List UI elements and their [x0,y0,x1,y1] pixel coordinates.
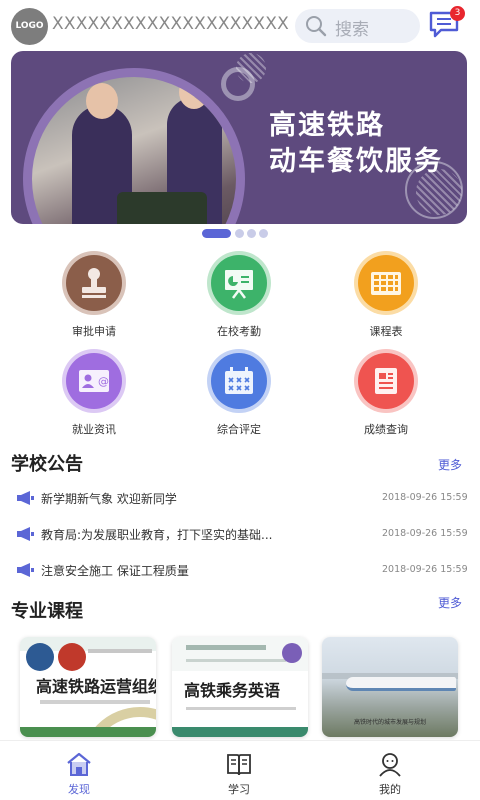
quick-link-circle [354,349,418,413]
train-image [346,677,456,691]
announcements-more-link[interactable]: 更多 [438,456,462,473]
top-bar: LOGO XXXXXXXXXXXXXXXXXXXX 搜索 3 [0,0,480,50]
search-placeholder: 搜索 [335,20,369,40]
calendar-icon [225,367,253,394]
quick-link-evaluation[interactable]: 综合评定 [179,349,299,449]
search-box[interactable]: 搜索 [295,9,420,43]
timetable-icon [371,272,401,295]
series-badge [282,643,302,663]
banner-carousel[interactable]: 高速铁路 动车餐饮服务 [11,51,467,224]
announcement-item[interactable]: 教育局:为发展职业教育，打下坚实的基础... 2018-09-26 15:59 [0,523,480,547]
courses-more-link[interactable]: 更多 [438,594,462,611]
announcement-text: 教育局:为发展职业教育，打下坚实的基础... [41,528,273,542]
quick-link-circle [207,251,271,315]
carousel-dot-active[interactable] [202,229,231,238]
course-title: 高铁时代的城市发展与规划 [354,719,427,726]
presentation-icon [225,270,253,299]
quick-link-label: 综合评定 [217,423,261,436]
quick-link-label: 在校考勤 [217,325,261,338]
tab-study[interactable]: 学习 [199,741,279,800]
banner-photo [23,68,245,224]
search-icon [306,16,327,37]
banner-title-line1: 高速铁路 [269,110,385,141]
carousel-dot[interactable] [247,229,256,238]
message-count-badge: 3 [450,6,465,21]
quick-link-timetable[interactable]: 课程表 [326,251,446,351]
quick-link-label: 成绩查询 [364,423,408,436]
quick-link-circle [62,251,126,315]
app-page: LOGO XXXXXXXXXXXXXXXXXXXX 搜索 3 高速铁路 动车餐饮… [0,0,480,800]
courses-title: 专业课程 [11,601,83,622]
food-cart [117,192,207,224]
messages-button[interactable]: 3 [428,6,465,43]
book-icon [227,754,251,776]
tab-profile[interactable]: 我的 [350,741,430,800]
contact-card-icon: @ [79,370,109,392]
banner-title-line2: 动车餐饮服务 [269,146,443,177]
quick-link-attendance[interactable]: 在校考勤 [179,251,299,351]
course-title: 高速铁路运营组织 [36,677,156,696]
carousel-dot[interactable] [259,229,268,238]
megaphone-icon [17,491,34,505]
quick-link-circle [207,349,271,413]
tab-label: 我的 [379,783,401,796]
quick-link-circle: @ [62,349,126,413]
announcement-item[interactable]: 注意安全施工 保证工程质量 2018-09-26 15:59 [0,559,480,583]
decor-disc [236,53,266,83]
megaphone-icon [17,563,34,577]
course-card[interactable]: 高铁乘务英语 [172,637,308,737]
publisher-seal [58,643,86,671]
quick-link-employment[interactable]: @ 就业资讯 [34,349,154,449]
announcement-time: 2018-09-26 15:59 [382,492,468,503]
quick-link-approval[interactable]: 审批申请 [34,251,154,351]
logo[interactable]: LOGO [11,8,48,45]
tab-label: 发现 [68,783,90,796]
report-icon [375,368,397,394]
svg-text:@: @ [98,375,109,388]
site-name: XXXXXXXXXXXXXXXXXXXX [52,14,289,34]
quick-link-grades[interactable]: 成绩查询 [326,349,446,449]
quick-link-label: 课程表 [369,325,403,338]
course-card[interactable]: 高速铁路运营组织 [20,637,156,737]
megaphone-icon [17,527,34,541]
tab-label: 学习 [228,783,250,796]
course-card[interactable]: 高铁时代的城市发展与规划 [322,637,458,737]
quick-link-label: 审批申请 [72,325,116,338]
announcement-text: 注意安全施工 保证工程质量 [41,564,189,578]
quick-link-circle [354,251,418,315]
announcement-text: 新学期新气象 欢迎新同学 [41,492,177,506]
profile-icon [379,753,401,777]
stamp-icon [82,268,106,298]
announcements-title: 学校公告 [11,454,83,475]
publisher-seal [26,643,54,671]
announcement-time: 2018-09-26 15:59 [382,564,468,575]
course-title: 高铁乘务英语 [184,681,281,700]
announcement-item[interactable]: 新学期新气象 欢迎新同学 2018-09-26 15:59 [0,487,480,511]
tab-discover[interactable]: 发现 [39,741,119,800]
announcement-time: 2018-09-26 15:59 [382,528,468,539]
carousel-dot[interactable] [235,229,244,238]
home-icon [67,752,91,776]
bottom-tab-bar: 发现 学习 我的 [0,740,480,800]
quick-link-label: 就业资讯 [72,423,116,436]
